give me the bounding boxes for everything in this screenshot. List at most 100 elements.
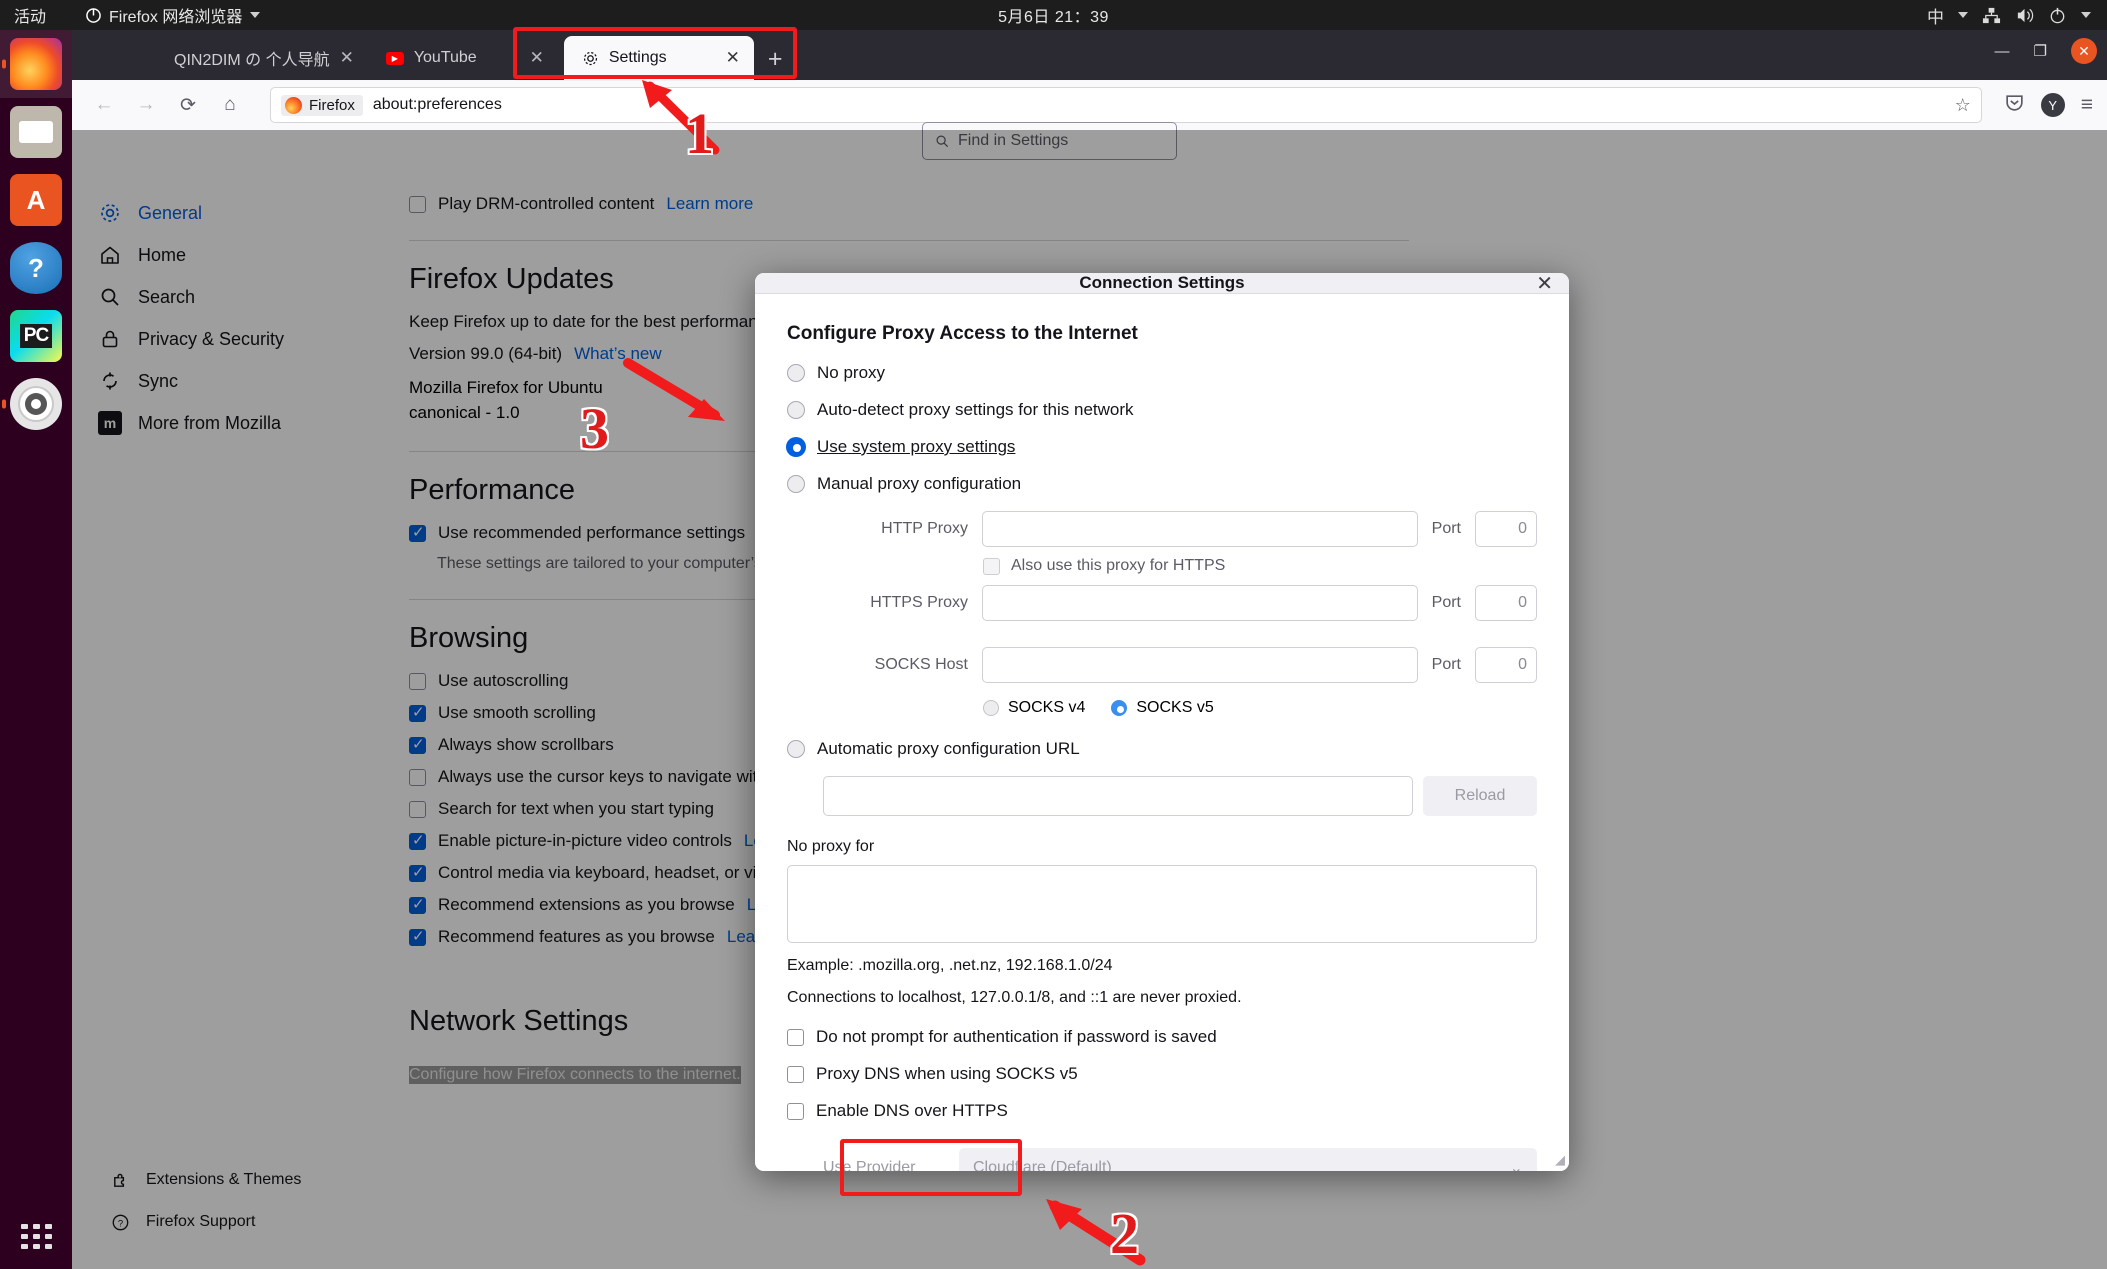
radio-use-system-proxy[interactable]: Use system proxy settings [787,437,1537,457]
https-port-input[interactable]: 0 [1475,585,1537,621]
dialog-section-heading: Configure Proxy Access to the Internet [787,323,1138,344]
close-icon[interactable]: ✕ [530,48,544,68]
dialog-title: Connection Settings [1079,273,1245,292]
close-icon[interactable]: ✕ [340,48,354,68]
hamburger-menu-icon[interactable]: ≡ [2081,93,2093,117]
files-icon [10,106,62,158]
tab-youtube[interactable]: ▶ YouTube ✕ [368,36,558,80]
screen: 活动 Firefox 网络浏览器 5月6日 21：39 中 A ? PC QIN… [0,0,2107,1269]
also-https-checkbox[interactable] [983,557,1000,575]
connection-settings-dialog: Connection Settings ✕ Configure Proxy Ac… [755,273,1569,1171]
http-proxy-input[interactable] [982,511,1418,547]
radio-button[interactable] [787,475,805,493]
identity-chip[interactable]: Firefox [281,94,363,116]
socks-port-input[interactable]: 0 [1475,647,1537,683]
chevron-down-icon[interactable] [1958,12,1968,18]
radio-button[interactable] [983,700,999,716]
radio-label: Use system proxy settings [817,437,1016,456]
socks-host-row: SOCKS Host Port 0 [823,647,1537,683]
checkbox-label: Do not prompt for authentication if pass… [816,1027,1217,1046]
also-https-row[interactable]: Also use this proxy for HTTPS [983,557,1537,575]
firefox-window: QIN2DIM の 个人导航 ✕ ▶ YouTube ✕ Settings ✕ … [72,30,2107,1269]
dock-item-ubuntu-software[interactable]: A [0,166,72,234]
reload-button[interactable]: Reload [1423,776,1537,816]
radio-no-proxy[interactable]: No proxy [787,363,1537,383]
provider-label: Use Provider [823,1159,916,1171]
radio-button[interactable] [787,364,805,382]
radio-manual-proxy[interactable]: Manual proxy configuration [787,474,1537,494]
radio-socks-v5[interactable]: SOCKS v5 [1111,699,1214,717]
network-icon[interactable] [1982,6,2001,25]
window-controls: — ❐ ✕ [1995,38,2097,64]
minimize-button[interactable]: — [1995,43,2010,60]
dock-item-files[interactable] [0,98,72,166]
address-bar[interactable]: Firefox about:preferences ☆ [270,87,1982,123]
gear-icon [583,51,597,65]
power-icon[interactable] [2048,6,2067,25]
identity-chip-label: Firefox [309,96,355,114]
gnome-top-bar: 活动 Firefox 网络浏览器 5月6日 21：39 中 [0,0,2107,30]
pycharm-icon: PC [10,310,62,362]
back-button[interactable]: ← [86,87,122,123]
dns-over-https-checkbox[interactable] [787,1102,804,1120]
https-proxy-input[interactable] [982,585,1418,621]
checkbox-no-auth-prompt[interactable]: Do not prompt for authentication if pass… [787,1027,1537,1047]
firefox-icon [10,38,62,90]
help-icon: ? [10,242,62,294]
pocket-icon[interactable] [2004,92,2025,118]
checkbox-proxy-dns-socks5[interactable]: Proxy DNS when using SOCKS v5 [787,1064,1537,1084]
close-icon[interactable]: ✕ [1536,273,1553,296]
radio-label: Manual proxy configuration [817,474,1022,493]
volume-icon[interactable] [2015,6,2034,25]
ubuntu-software-icon: A [10,174,62,226]
bookmark-star-icon[interactable]: ☆ [1955,95,1971,116]
provider-select[interactable]: Cloudflare (Default) ⌄ [959,1148,1537,1171]
no-proxy-for-textarea[interactable] [787,865,1537,943]
http-port-label: Port [1431,520,1461,537]
https-proxy-label: HTTPS Proxy [870,594,968,611]
dock-item-settings[interactable] [0,370,72,438]
checkbox-label: Proxy DNS when using SOCKS v5 [816,1064,1078,1083]
provider-value: Cloudflare (Default) [973,1159,1112,1171]
tab-label: QIN2DIM の 个人导航 [174,52,330,69]
tab-label: YouTube [413,49,477,66]
tab-settings[interactable]: Settings ✕ [563,36,754,80]
resize-grip-icon[interactable]: ◢ [1555,1152,1565,1168]
auto-config-url-row: Reload [823,776,1537,816]
auto-config-url-input[interactable] [823,776,1413,816]
checkbox-dns-over-https[interactable]: Enable DNS over HTTPS [787,1101,1537,1121]
close-window-button[interactable]: ✕ [2071,38,2097,64]
radio-button[interactable] [787,438,805,456]
close-icon[interactable]: ✕ [726,48,740,68]
new-tab-button[interactable]: + [754,45,797,80]
radio-auto-detect[interactable]: Auto-detect proxy settings for this netw… [787,400,1537,420]
http-port-input[interactable]: 0 [1475,511,1537,547]
clock[interactable]: 5月6日 21：39 [0,3,2107,27]
dock-item-firefox[interactable] [0,30,72,98]
reload-button[interactable]: ⟳ [170,87,206,123]
radio-label: Automatic proxy configuration URL [817,739,1080,758]
provider-row: Use Provider Cloudflare (Default) ⌄ [823,1148,1537,1171]
proxy-dns-checkbox[interactable] [787,1065,804,1083]
tab-qin2dim[interactable]: QIN2DIM の 个人导航 ✕ [156,36,368,80]
dock-item-help[interactable]: ? [0,234,72,302]
maximize-button[interactable]: ❐ [2034,42,2047,60]
no-proxy-for-label: No proxy for [787,838,875,855]
home-button[interactable]: ⌂ [212,87,248,123]
radio-auto-config-url[interactable]: Automatic proxy configuration URL [787,739,1537,759]
forward-button[interactable]: → [128,87,164,123]
firefox-icon [285,96,302,114]
radio-label: Auto-detect proxy settings for this netw… [817,400,1134,419]
radio-socks-v4[interactable]: SOCKS v4 [983,699,1085,717]
radio-button[interactable] [1111,700,1128,716]
show-applications-button[interactable] [0,1224,72,1249]
localhost-note: Connections to localhost, 127.0.0.1/8, a… [787,989,1242,1006]
avatar[interactable]: Y [2040,93,2065,117]
chevron-down-icon[interactable] [2081,12,2091,18]
no-auth-prompt-checkbox[interactable] [787,1028,804,1046]
input-method-indicator[interactable]: 中 [1927,3,1944,28]
dock-item-pycharm[interactable]: PC [0,302,72,370]
radio-button[interactable] [787,740,805,758]
radio-button[interactable] [787,401,805,419]
socks-host-input[interactable] [982,647,1418,683]
